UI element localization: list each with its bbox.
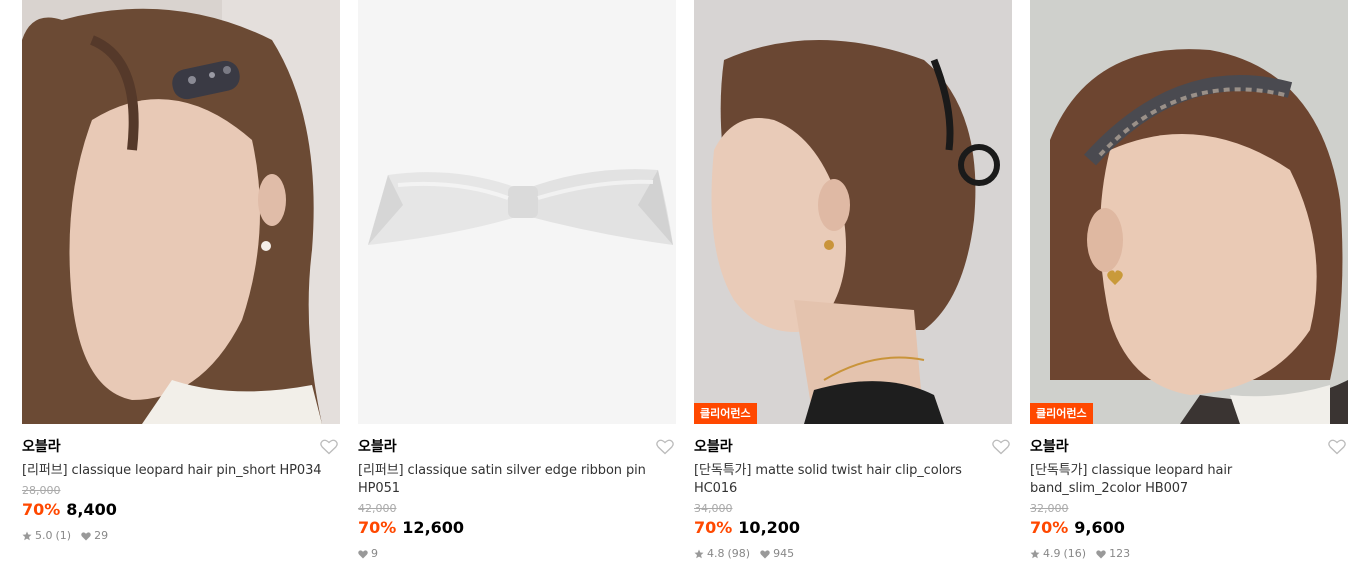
price-row: 70% 10,200 <box>694 517 1012 539</box>
rating-score: 4.8 <box>707 547 725 560</box>
discount-rate: 70% <box>22 500 61 519</box>
product-title[interactable]: [리퍼브] classique leopard hair pin_short H… <box>22 462 340 480</box>
price-row: 70% 8,400 <box>22 499 340 521</box>
clearance-badge: 클리어런스 <box>694 403 757 424</box>
like-count: 29 <box>94 529 109 542</box>
star-icon <box>22 531 32 541</box>
sale-price: 10,200 <box>738 518 801 537</box>
like-count: 945 <box>773 547 795 560</box>
sale-price: 9,600 <box>1074 518 1125 537</box>
heart-filled-icon <box>1096 549 1106 558</box>
product-grid: 오블라 [리퍼브] classique leopard hair pin_sho… <box>22 0 1348 561</box>
brand-name[interactable]: 오블라 <box>1030 438 1348 456</box>
star-icon <box>1030 549 1040 559</box>
sale-price: 12,600 <box>402 518 465 537</box>
product-meta: 4.9 (16) 123 <box>1030 547 1348 561</box>
rating: 5.0 (1) <box>22 529 71 543</box>
heart-outline-icon[interactable] <box>992 439 1010 455</box>
product-card[interactable]: 오블라 [리퍼브] classique satin silver edge ri… <box>358 0 676 561</box>
product-title[interactable]: [단독특가] classique leopard hair band_slim_… <box>1030 462 1348 498</box>
like-count: 9 <box>371 547 378 560</box>
likes: 9 <box>358 547 378 561</box>
sale-price: 8,400 <box>66 500 117 519</box>
original-price: 32,000 <box>1030 502 1069 515</box>
product-title[interactable]: [리퍼브] classique satin silver edge ribbon… <box>358 462 676 498</box>
product-image[interactable] <box>22 0 340 424</box>
product-info: 오블라 [단독특가] classique leopard hair band_s… <box>1030 424 1348 561</box>
star-icon <box>694 549 704 559</box>
product-info: 오블라 [리퍼브] classique leopard hair pin_sho… <box>22 424 340 543</box>
heart-filled-icon <box>358 549 368 558</box>
review-count: (1) <box>55 529 72 542</box>
brand-name[interactable]: 오블라 <box>694 438 1012 456</box>
product-card[interactable]: 오블라 [리퍼브] classique leopard hair pin_sho… <box>22 0 340 561</box>
review-count: (98) <box>727 547 751 560</box>
likes: 29 <box>81 529 108 543</box>
brand-name[interactable]: 오블라 <box>22 438 340 456</box>
product-meta: 9 <box>358 547 676 561</box>
product-image[interactable]: 클리어런스 <box>1030 0 1348 424</box>
price-row: 70% 9,600 <box>1030 517 1348 539</box>
like-count: 123 <box>1109 547 1131 560</box>
product-card[interactable]: 클리어런스 오블라 [단독특가] matte solid twist hair … <box>694 0 1012 561</box>
discount-rate: 70% <box>1030 518 1069 537</box>
heart-filled-icon <box>760 549 770 558</box>
product-meta: 4.8 (98) 945 <box>694 547 1012 561</box>
original-price: 34,000 <box>694 502 733 515</box>
original-price: 42,000 <box>358 502 397 515</box>
product-image[interactable]: 클리어런스 <box>694 0 1012 424</box>
heart-outline-icon[interactable] <box>320 439 338 455</box>
product-meta: 5.0 (1) 29 <box>22 529 340 543</box>
price-row: 70% 12,600 <box>358 517 676 539</box>
heart-outline-icon[interactable] <box>1328 439 1346 455</box>
heart-outline-icon[interactable] <box>656 439 674 455</box>
product-title[interactable]: [단독특가] matte solid twist hair clip_color… <box>694 462 1012 498</box>
product-info: 오블라 [단독특가] matte solid twist hair clip_c… <box>694 424 1012 561</box>
likes: 945 <box>760 547 794 561</box>
product-card[interactable]: 클리어런스 오블라 [단독특가] classique leopard hair … <box>1030 0 1348 561</box>
rating-score: 5.0 <box>35 529 53 542</box>
rating: 4.9 (16) <box>1030 547 1086 561</box>
likes: 123 <box>1096 547 1130 561</box>
product-image[interactable] <box>358 0 676 424</box>
heart-filled-icon <box>81 531 91 540</box>
rating-score: 4.9 <box>1043 547 1061 560</box>
discount-rate: 70% <box>694 518 733 537</box>
review-count: (16) <box>1063 547 1087 560</box>
product-info: 오블라 [리퍼브] classique satin silver edge ri… <box>358 424 676 561</box>
original-price: 28,000 <box>22 484 61 497</box>
discount-rate: 70% <box>358 518 397 537</box>
clearance-badge: 클리어런스 <box>1030 403 1093 424</box>
rating: 4.8 (98) <box>694 547 750 561</box>
brand-name[interactable]: 오블라 <box>358 438 676 456</box>
